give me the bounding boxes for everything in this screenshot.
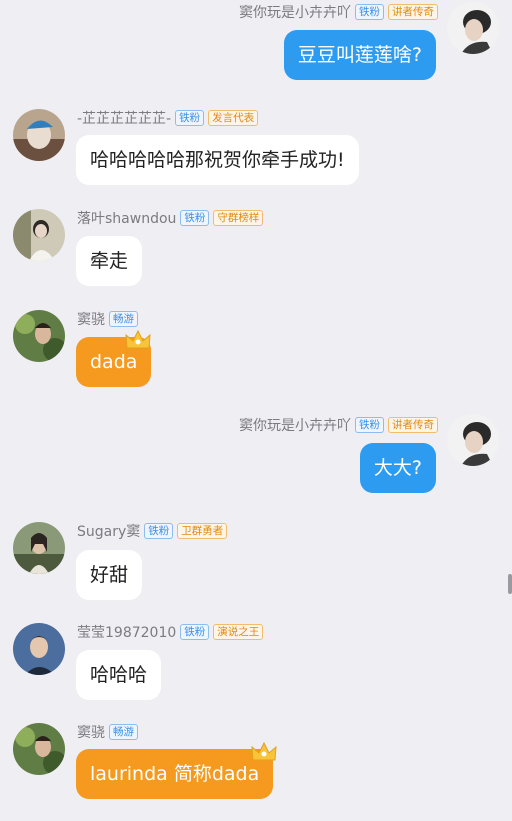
message-text: 好甜 xyxy=(90,564,129,586)
crown-icon xyxy=(251,741,277,761)
message-bubble[interactable]: 大大? xyxy=(359,443,436,493)
avatar[interactable] xyxy=(447,2,499,54)
message-bubble[interactable]: 好甜 xyxy=(76,550,143,600)
title-badge: 守群榜样 xyxy=(213,210,264,226)
fan-badge: 畅游 xyxy=(109,724,138,740)
message-bubble[interactable]: 哈哈哈哈哈那祝贺你牵手成功! xyxy=(76,135,359,185)
sender-meta: 窦你玩是小卉卉吖 铁粉 讲者传奇 xyxy=(239,415,438,435)
fan-badge: 畅游 xyxy=(109,311,138,327)
message-text: 大大? xyxy=(373,457,422,479)
message-bubble[interactable]: 哈哈哈 xyxy=(76,650,162,700)
title-badge: 卫群勇者 xyxy=(177,523,228,539)
avatar[interactable] xyxy=(13,723,65,775)
title-badge: 讲者传奇 xyxy=(388,417,438,433)
title-badge: 演说之王 xyxy=(213,624,264,640)
sender-name[interactable]: Sugary窦 xyxy=(77,521,140,541)
message-bubble[interactable]: 豆豆叫莲莲啥? xyxy=(283,30,436,80)
fan-badge: 铁粉 xyxy=(355,417,384,433)
message-text: laurinda 简称dada xyxy=(90,763,260,785)
message-bubble[interactable]: laurinda 简称dada xyxy=(76,749,274,799)
sender-name[interactable]: 窦骁 xyxy=(77,722,105,742)
sender-meta: -芷芷芷芷芷芷- 铁粉 发言代表 xyxy=(77,108,259,128)
sender-name[interactable]: 窦骁 xyxy=(77,309,105,329)
crown-icon xyxy=(125,329,151,349)
sender-name[interactable]: -芷芷芷芷芷芷- xyxy=(77,108,171,128)
fan-badge: 铁粉 xyxy=(180,210,210,226)
avatar[interactable] xyxy=(13,522,65,574)
message-bubble[interactable]: 牵走 xyxy=(76,236,143,286)
sender-name[interactable]: 窦你玩是小卉卉吖 xyxy=(239,415,351,435)
avatar[interactable] xyxy=(13,209,65,261)
message-text: 豆豆叫莲莲啥? xyxy=(297,44,422,66)
sender-name[interactable]: 莹莹19872010 xyxy=(77,622,176,642)
message-text: 哈哈哈哈哈那祝贺你牵手成功! xyxy=(90,149,345,171)
message-text: 牵走 xyxy=(90,250,129,272)
sender-meta: 落叶shawndou 铁粉 守群榜样 xyxy=(77,208,264,228)
avatar[interactable] xyxy=(13,623,65,675)
sender-meta: 莹莹19872010 铁粉 演说之王 xyxy=(77,622,264,642)
avatar[interactable] xyxy=(447,414,499,466)
sender-name[interactable]: 落叶shawndou xyxy=(77,208,176,228)
sender-name[interactable]: 窦你玩是小卉卉吖 xyxy=(239,2,351,22)
fan-badge: 铁粉 xyxy=(355,4,384,20)
chat-message-list[interactable]: 窦你玩是小卉卉吖 铁粉 讲者传奇 豆豆叫莲莲啥? -芷芷芷芷芷芷- 铁粉 发言代… xyxy=(0,0,512,821)
fan-badge: 铁粉 xyxy=(144,523,174,539)
title-badge: 讲者传奇 xyxy=(388,4,438,20)
sender-meta: Sugary窦 铁粉 卫群勇者 xyxy=(77,521,228,541)
avatar[interactable] xyxy=(13,310,65,362)
scrollbar-thumb[interactable] xyxy=(508,574,512,594)
avatar[interactable] xyxy=(13,109,65,161)
sender-meta: 窦骁 畅游 xyxy=(77,722,138,742)
fan-badge: 铁粉 xyxy=(180,624,210,640)
sender-meta: 窦骁 畅游 xyxy=(77,309,138,329)
message-text: dada xyxy=(90,351,138,373)
fan-badge: 铁粉 xyxy=(175,110,205,126)
title-badge: 发言代表 xyxy=(208,110,259,126)
sender-meta: 窦你玩是小卉卉吖 铁粉 讲者传奇 xyxy=(239,2,438,22)
message-text: 哈哈哈 xyxy=(90,664,148,686)
